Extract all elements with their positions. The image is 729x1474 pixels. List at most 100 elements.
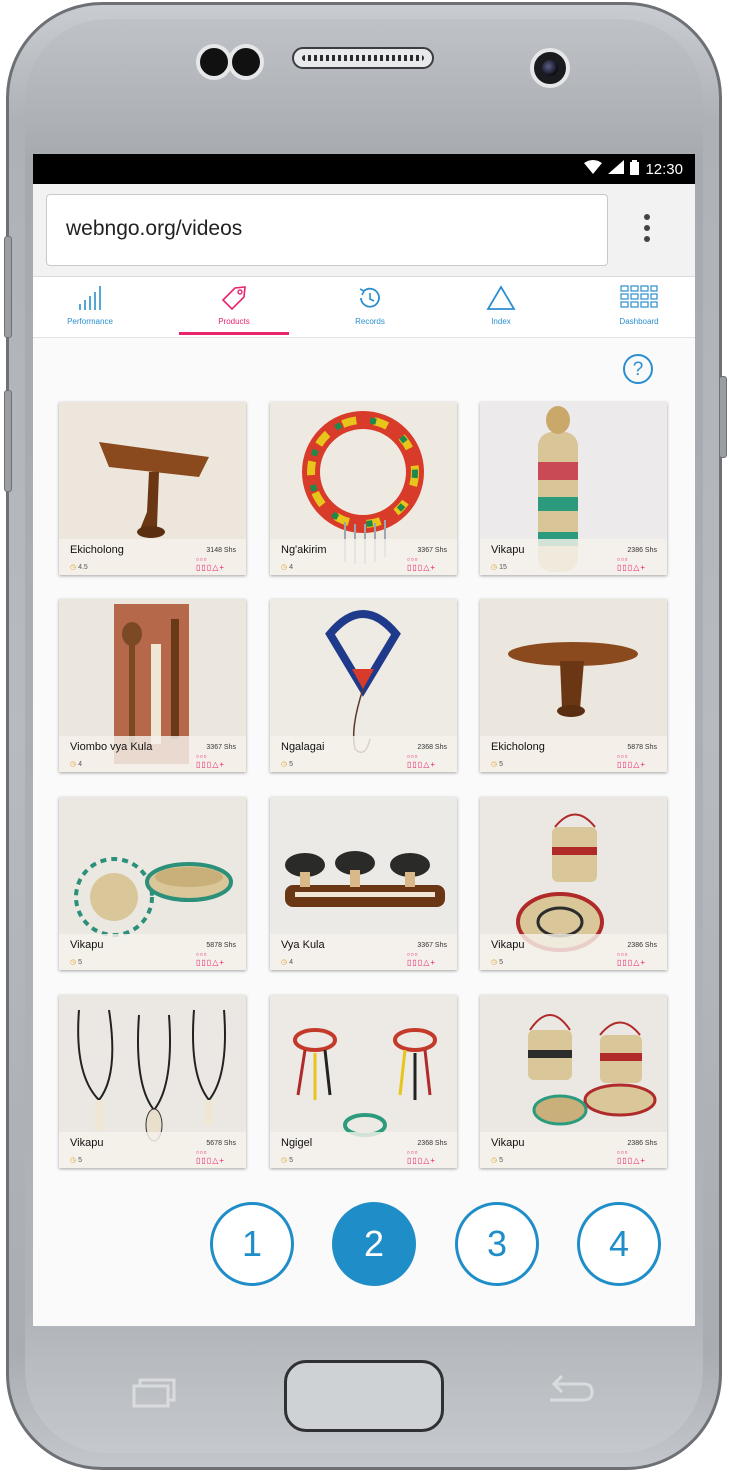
active-tab-indicator bbox=[179, 332, 289, 335]
product-price: 2368 Shs bbox=[417, 1140, 447, 1147]
product-card[interactable]: Vikapu 5678 Shs ◷ 5 ▫▫▫ ▯▯▯△+ bbox=[59, 995, 246, 1168]
product-tags: ▫▫▫ ▯▯▯△+ bbox=[407, 1148, 437, 1165]
product-card[interactable]: Ngalagai 2368 Shs ◷ 5 ▫▫▫ ▯▯▯△+ bbox=[270, 599, 457, 772]
tab-label: Dashboard bbox=[619, 317, 659, 326]
product-rating: ◷ 5 bbox=[70, 1157, 82, 1164]
more-options-icon[interactable] bbox=[641, 214, 653, 248]
earpiece-speaker bbox=[292, 47, 434, 69]
page-4-button[interactable]: 4 bbox=[577, 1202, 661, 1286]
tab-label: Index bbox=[491, 317, 511, 326]
tab-performance[interactable]: Performance bbox=[35, 277, 145, 337]
product-rating: ◷ 5 bbox=[281, 1157, 293, 1164]
product-card[interactable]: Ekicholong 3148 Shs ◷ 4.5 ▫▫▫ ▯▯▯△+ bbox=[59, 402, 246, 575]
bixby-button bbox=[4, 390, 12, 492]
sensor-dot bbox=[196, 44, 232, 80]
status-bar: 12:30 bbox=[33, 154, 695, 184]
page-2-button[interactable]: 2 bbox=[332, 1202, 416, 1286]
clock-icon: ◷ bbox=[281, 1157, 288, 1164]
home-button[interactable] bbox=[284, 1360, 444, 1432]
product-name: Vya Kula bbox=[281, 939, 325, 951]
product-price: 3367 Shs bbox=[417, 547, 447, 554]
product-rating: ◷ 4 bbox=[281, 564, 293, 571]
product-tags: ▫▫▫ ▯▯▯△+ bbox=[407, 555, 437, 572]
product-card[interactable]: Vikapu 2386 Shs ◷ 5 ▫▫▫ ▯▯▯△+ bbox=[480, 995, 667, 1168]
pagination: 1 2 3 4 bbox=[33, 1202, 695, 1292]
clock-icon: ◷ bbox=[281, 564, 288, 571]
product-card[interactable]: Vikapu 5878 Shs ◷ 5 ▫▫▫ ▯▯▯△+ bbox=[59, 797, 246, 970]
product-price: 5678 Shs bbox=[206, 1140, 236, 1147]
battery-icon bbox=[630, 159, 640, 179]
tab-label: Performance bbox=[67, 317, 113, 326]
product-rating: ◷ 5 bbox=[491, 761, 503, 768]
product-info: Vikapu 2386 Shs ◷ 5 ▫▫▫ ▯▯▯△+ bbox=[480, 1132, 667, 1168]
product-rating: ◷ 4 bbox=[281, 959, 293, 966]
product-name: Ng'akirim bbox=[281, 544, 327, 556]
product-tags: ▫▫▫ ▯▯▯△+ bbox=[617, 1148, 647, 1165]
clock-icon: ◷ bbox=[491, 761, 498, 768]
product-info: Ekicholong 5878 Shs ◷ 5 ▫▫▫ ▯▯▯△+ bbox=[480, 736, 667, 772]
tab-index[interactable]: Index bbox=[446, 277, 556, 337]
product-rating: ◷ 4.5 bbox=[70, 564, 88, 571]
product-name: Ekicholong bbox=[70, 544, 124, 556]
volume-button bbox=[4, 236, 12, 338]
product-info: Ngigel 2368 Shs ◷ 5 ▫▫▫ ▯▯▯△+ bbox=[270, 1132, 457, 1168]
product-name: Ngalagai bbox=[281, 741, 325, 753]
product-name: Viombo vya Kula bbox=[70, 741, 153, 753]
product-card[interactable]: Ng'akirim 3367 Shs ◷ 4 ▫▫▫ ▯▯▯△+ bbox=[270, 402, 457, 575]
tab-dashboard[interactable]: Dashboard bbox=[584, 277, 694, 337]
product-price: 2386 Shs bbox=[627, 1140, 657, 1147]
product-price: 2386 Shs bbox=[627, 547, 657, 554]
product-tags: ▫▫▫ ▯▯▯△+ bbox=[617, 950, 647, 967]
product-card[interactable]: Vya Kula 3367 Shs ◷ 4 ▫▫▫ ▯▯▯△+ bbox=[270, 797, 457, 970]
url-text: webngo.org/videos bbox=[66, 217, 243, 240]
power-button bbox=[719, 376, 727, 458]
product-info: Ngalagai 2368 Shs ◷ 5 ▫▫▫ ▯▯▯△+ bbox=[270, 736, 457, 772]
product-info: Vikapu 2386 Shs ◷ 5 ▫▫▫ ▯▯▯△+ bbox=[480, 934, 667, 970]
product-info: Viombo vya Kula 3367 Shs ◷ 4 ▫▫▫ ▯▯▯△+ bbox=[59, 736, 246, 772]
clock-icon: ◷ bbox=[491, 564, 498, 571]
recent-apps-icon[interactable] bbox=[130, 1376, 178, 1408]
product-tags: ▫▫▫ ▯▯▯△+ bbox=[196, 1148, 226, 1165]
product-info: Ekicholong 3148 Shs ◷ 4.5 ▫▫▫ ▯▯▯△+ bbox=[59, 539, 246, 575]
page-3-button[interactable]: 3 bbox=[455, 1202, 539, 1286]
product-name: Vikapu bbox=[491, 1137, 525, 1149]
wifi-icon bbox=[584, 160, 603, 178]
product-name: Vikapu bbox=[70, 939, 104, 951]
product-price: 3148 Shs bbox=[206, 547, 236, 554]
product-card[interactable]: Ngigel 2368 Shs ◷ 5 ▫▫▫ ▯▯▯△+ bbox=[270, 995, 457, 1168]
clock-icon: ◷ bbox=[491, 959, 498, 966]
triangle-icon bbox=[486, 285, 516, 310]
signal-icon bbox=[608, 160, 625, 178]
product-price: 5878 Shs bbox=[627, 744, 657, 751]
product-rating: ◷ 4 bbox=[70, 761, 82, 768]
product-card[interactable]: Vikapu 2386 Shs ◷ 15 ▫▫▫ ▯▯▯△+ bbox=[480, 402, 667, 575]
clock-icon: ◷ bbox=[491, 1157, 498, 1164]
product-tags: ▫▫▫ ▯▯▯△+ bbox=[617, 555, 647, 572]
tab-records[interactable]: Records bbox=[315, 277, 425, 337]
product-card[interactable]: Viombo vya Kula 3367 Shs ◷ 4 ▫▫▫ ▯▯▯△+ bbox=[59, 599, 246, 772]
clock-icon: ◷ bbox=[281, 959, 288, 966]
product-price: 2368 Shs bbox=[417, 744, 447, 751]
product-rating: ◷ 15 bbox=[491, 564, 507, 571]
product-price: 2386 Shs bbox=[627, 942, 657, 949]
product-card[interactable]: Vikapu 2386 Shs ◷ 5 ▫▫▫ ▯▯▯△+ bbox=[480, 797, 667, 970]
product-tags: ▫▫▫ ▯▯▯△+ bbox=[407, 950, 437, 967]
tab-label: Products bbox=[218, 317, 250, 326]
product-card[interactable]: Ekicholong 5878 Shs ◷ 5 ▫▫▫ ▯▯▯△+ bbox=[480, 599, 667, 772]
product-name: Ekicholong bbox=[491, 741, 545, 753]
product-tags: ▫▫▫ ▯▯▯△+ bbox=[196, 950, 226, 967]
product-rating: ◷ 5 bbox=[281, 761, 293, 768]
product-info: Vikapu 2386 Shs ◷ 15 ▫▫▫ ▯▯▯△+ bbox=[480, 539, 667, 575]
url-bar[interactable]: webngo.org/videos bbox=[46, 194, 608, 266]
page-1-button[interactable]: 1 bbox=[210, 1202, 294, 1286]
clock-icon: ◷ bbox=[281, 761, 288, 768]
product-info: Ng'akirim 3367 Shs ◷ 4 ▫▫▫ ▯▯▯△+ bbox=[270, 539, 457, 575]
product-rating: ◷ 5 bbox=[491, 1157, 503, 1164]
product-name: Ngigel bbox=[281, 1137, 313, 1149]
help-button[interactable]: ? bbox=[623, 354, 653, 384]
grid-icon bbox=[620, 285, 658, 308]
bar-chart-icon bbox=[79, 286, 101, 310]
tab-products[interactable]: Products bbox=[179, 277, 289, 337]
back-icon[interactable] bbox=[546, 1372, 594, 1406]
product-tags: ▫▫▫ ▯▯▯△+ bbox=[196, 752, 226, 769]
